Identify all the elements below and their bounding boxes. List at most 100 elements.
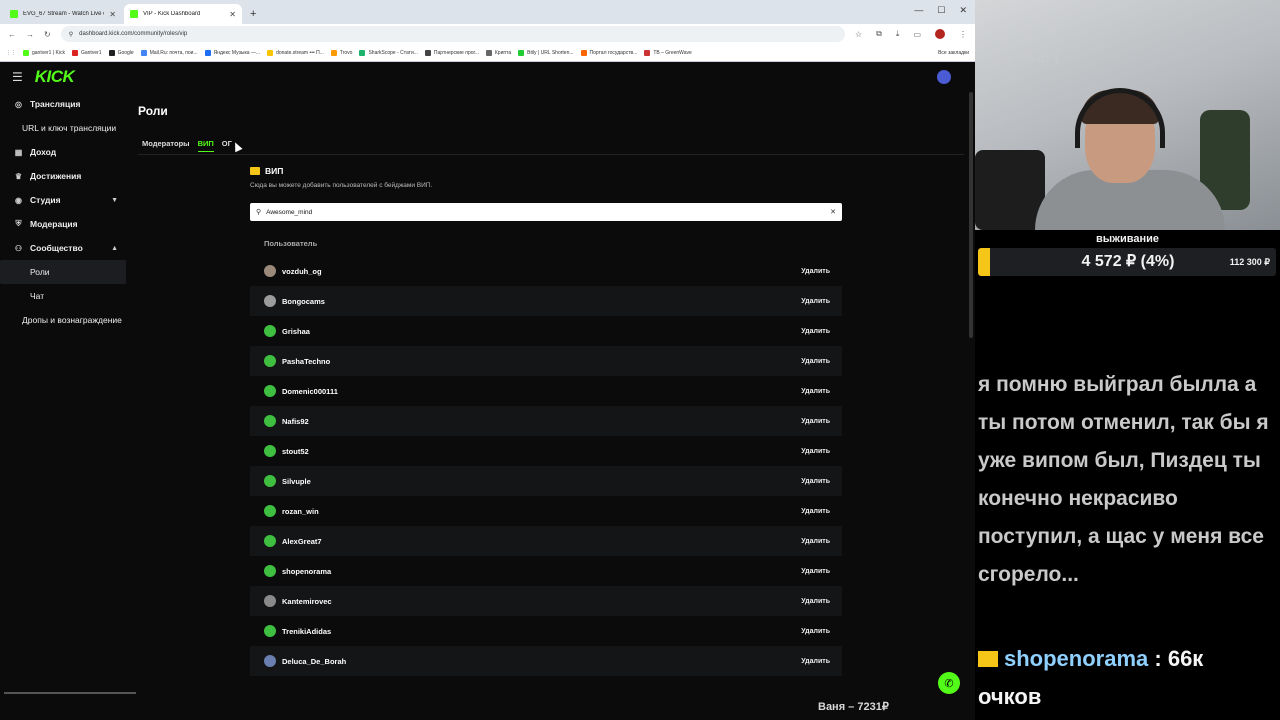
- bookmark-item[interactable]: Партнерские прог...: [424, 49, 479, 56]
- hamburger-menu-icon[interactable]: ☰: [12, 70, 23, 84]
- remove-vip-button[interactable]: Удалить: [801, 568, 830, 575]
- bookmark-favicon-icon: [518, 49, 525, 56]
- chevron-up-icon[interactable]: ▲: [111, 245, 118, 252]
- remove-vip-button[interactable]: Удалить: [801, 448, 830, 455]
- tab-vip[interactable]: ВИП: [197, 139, 214, 152]
- remove-vip-button[interactable]: Удалить: [801, 478, 830, 485]
- sidebar-item-7[interactable]: Роли: [0, 260, 126, 284]
- table-row: Nafis92 Удалить: [250, 406, 842, 436]
- bookmark-item[interactable]: Mail.Ru: почта, пои...: [140, 49, 198, 56]
- bookmark-item[interactable]: ТВ – GreenWave: [644, 49, 692, 56]
- avatar: [264, 625, 276, 637]
- kick-logo[interactable]: KICK: [35, 67, 75, 87]
- bookmark-favicon-icon: [330, 49, 337, 56]
- close-tab-icon[interactable]: ✕: [109, 10, 116, 19]
- remove-vip-button[interactable]: Удалить: [801, 388, 830, 395]
- role-tabs: Модераторы ВИП ОГ: [142, 139, 232, 152]
- sidebar-item-label: Модерация: [30, 219, 78, 229]
- bookmark-item[interactable]: donate.stream ••• П...: [267, 49, 324, 56]
- url-bar[interactable]: ⚲ dashboard.kick.com/community/roles/vip: [60, 26, 845, 42]
- remove-vip-button[interactable]: Удалить: [801, 598, 830, 605]
- avatar: [264, 565, 276, 577]
- user-name: Grishaa: [282, 326, 310, 336]
- mouse-cursor-icon: [231, 140, 243, 153]
- sidebar-item-6[interactable]: ⚇ Сообщество ▲: [0, 236, 130, 260]
- gaming-chair: [975, 150, 1045, 230]
- close-tab-icon[interactable]: ✕: [229, 10, 236, 19]
- browser-tab-stream[interactable]: EVG_67 Stream - Watch Live on Kick ✕: [4, 4, 122, 24]
- vip-crown-icon: [250, 167, 260, 175]
- vip-search-input[interactable]: ⚲ Awesome_mind ✕: [250, 203, 842, 221]
- remove-vip-button[interactable]: Удалить: [801, 328, 830, 335]
- community-icon: ⚇: [14, 243, 23, 253]
- profile-avatar[interactable]: [935, 29, 945, 39]
- wall-logo-text: Gantver1: [995, 50, 1061, 66]
- remove-vip-button[interactable]: Удалить: [801, 508, 830, 515]
- goal-target: 112 300 ₽: [1229, 257, 1270, 267]
- sidebar-item-9[interactable]: Дропы и вознаграждение: [0, 308, 130, 332]
- bookmark-favicon-icon: [424, 49, 431, 56]
- vip-heading-text: ВИП: [265, 166, 284, 176]
- bookmark-item[interactable]: gantver1 | Kick: [23, 49, 65, 56]
- remove-vip-button[interactable]: Удалить: [801, 268, 830, 275]
- bookmark-item[interactable]: Google: [108, 49, 134, 56]
- tab-og[interactable]: ОГ: [222, 139, 232, 152]
- user-name: AlexGreat7: [282, 536, 322, 546]
- search-value[interactable]: Awesome_mind: [266, 209, 825, 216]
- bookmark-item[interactable]: SharkScope - Стати...: [359, 49, 418, 56]
- remove-vip-button[interactable]: Удалить: [801, 658, 830, 665]
- bookmark-item[interactable]: Портал государств...: [580, 49, 637, 56]
- sidebar-item-3[interactable]: ♛ Достижения: [0, 164, 130, 188]
- extensions-icon[interactable]: ⧉: [876, 29, 882, 39]
- table-row: TrenikiAdidas Удалить: [250, 616, 842, 646]
- avatar: [264, 655, 276, 667]
- account-avatar[interactable]: [937, 70, 951, 84]
- menu-icon[interactable]: ⋮: [959, 30, 967, 39]
- table-row: vozduh_og Удалить: [250, 256, 842, 286]
- bookmark-item[interactable]: Gantver1: [71, 49, 102, 56]
- remove-vip-button[interactable]: Удалить: [801, 418, 830, 425]
- url-text: dashboard.kick.com/community/roles/vip: [79, 31, 188, 37]
- page-scrollbar[interactable]: [969, 92, 973, 338]
- bookmark-favicon-icon: [580, 49, 587, 56]
- back-icon[interactable]: ←: [8, 30, 16, 39]
- browser-tab-dashboard[interactable]: VIP - Kick Dashboard ✕: [124, 4, 242, 24]
- forward-icon[interactable]: →: [26, 30, 34, 39]
- minimize-icon[interactable]: —: [914, 5, 923, 16]
- vip-description: Сюда вы можете добавить пользователей с …: [250, 182, 433, 189]
- avatar: [264, 445, 276, 457]
- close-window-icon[interactable]: ✕: [959, 5, 967, 16]
- new-tab-button[interactable]: +: [244, 8, 262, 24]
- sidebar-item-4[interactable]: ◉ Студия ▼: [0, 188, 130, 212]
- user-name: PashaTechno: [282, 356, 331, 366]
- bookmark-item[interactable]: Trovo: [330, 49, 353, 56]
- apps-icon[interactable]: ⋮⋮: [6, 50, 16, 56]
- sidebar-item-5[interactable]: ⛨ Модерация: [0, 212, 130, 236]
- bookmark-label: Trovo: [339, 49, 353, 56]
- clear-search-icon[interactable]: ✕: [830, 208, 836, 216]
- all-bookmarks-folder[interactable]: Все закладки: [938, 50, 969, 56]
- bookmark-item[interactable]: Крипта: [485, 49, 511, 56]
- maximize-icon[interactable]: ☐: [937, 5, 945, 16]
- search-icon: ⚲: [256, 209, 262, 216]
- remove-vip-button[interactable]: Удалить: [801, 628, 830, 635]
- site-info-icon[interactable]: ⚲: [69, 31, 73, 38]
- remove-vip-button[interactable]: Удалить: [801, 298, 830, 305]
- reload-icon[interactable]: ↻: [44, 30, 51, 39]
- bookmark-item[interactable]: Bitly | URL Shorten...: [518, 49, 574, 56]
- remove-vip-button[interactable]: Удалить: [801, 358, 830, 365]
- sidebar-item-8[interactable]: Чат: [0, 284, 130, 308]
- bookmark-item[interactable]: Яндекс Музыка —...: [204, 49, 260, 56]
- remove-vip-button[interactable]: Удалить: [801, 538, 830, 545]
- downloads-icon[interactable]: ⤓: [896, 29, 900, 39]
- user-column-header: Пользователь: [264, 239, 318, 248]
- tab-moderators[interactable]: Модераторы: [142, 139, 190, 152]
- sidepanel-icon[interactable]: ▭: [913, 30, 921, 39]
- support-chat-icon[interactable]: ✆: [938, 672, 960, 694]
- sidebar-item-0[interactable]: ◎ Трансляция: [0, 92, 130, 116]
- table-row: PashaTechno Удалить: [250, 346, 842, 376]
- chevron-down-icon[interactable]: ▼: [111, 197, 118, 204]
- sidebar-item-2[interactable]: ▦ Доход: [0, 140, 130, 164]
- sidebar-item-1[interactable]: URL и ключ трансляции: [0, 116, 130, 140]
- bookmark-star-icon[interactable]: ☆: [855, 30, 862, 39]
